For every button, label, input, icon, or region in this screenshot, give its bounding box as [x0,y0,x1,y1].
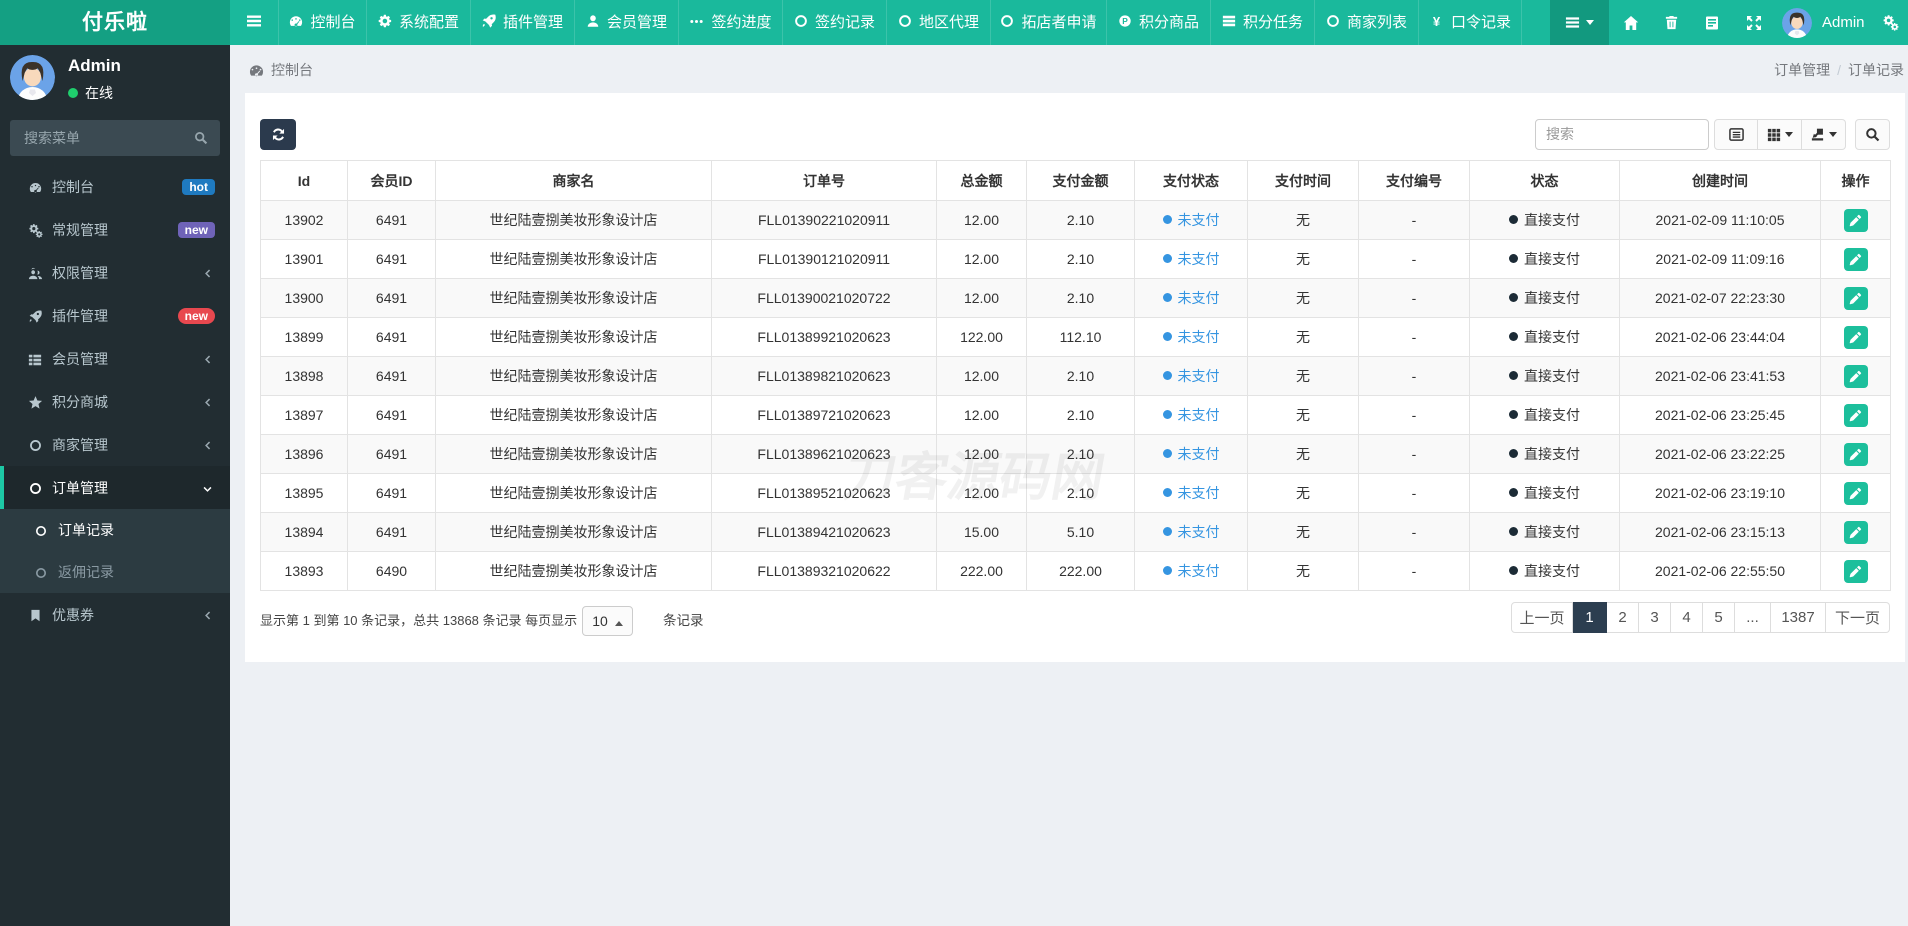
svg-text:¥: ¥ [1433,14,1441,29]
svg-text:P: P [1122,16,1128,26]
